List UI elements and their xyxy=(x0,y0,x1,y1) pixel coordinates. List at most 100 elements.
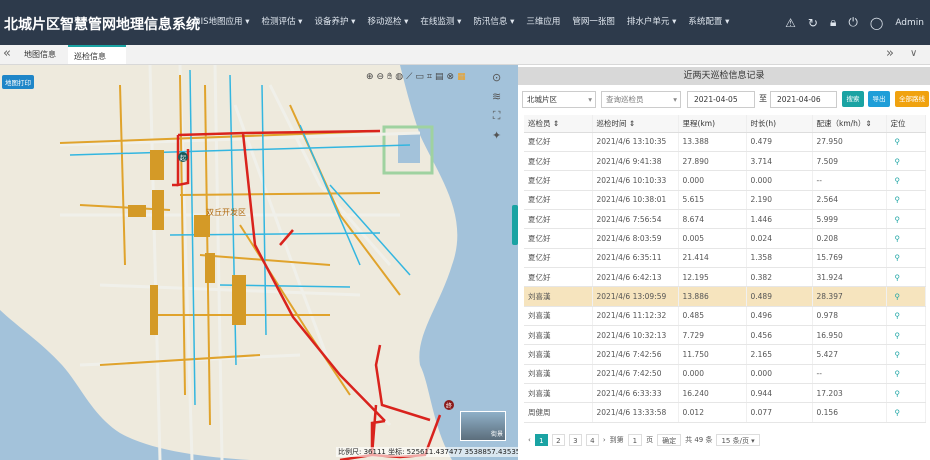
power-icon[interactable]: ⏻ xyxy=(848,15,858,30)
map-pin-icon[interactable]: ⚲ xyxy=(886,286,926,307)
fullscreen-icon[interactable]: ⛶ xyxy=(493,109,501,123)
table-row[interactable]: 夏亿好 2021/4/6 6:42:13 12.195 0.382 31.924 ⚲ xyxy=(524,267,926,288)
table-row[interactable]: 刘喜漢 2021/4/6 7:42:56 11.750 2.165 5.427 ⚲ xyxy=(524,344,926,365)
pan-icon[interactable]: ✋︎ xyxy=(387,72,392,82)
export-button[interactable]: 导出 xyxy=(868,91,890,107)
page-2[interactable]: 2 xyxy=(551,434,565,446)
map-pin-icon[interactable]: ⚲ xyxy=(886,364,926,384)
menu-flood-info[interactable]: 防汛信息 ▾ xyxy=(467,0,520,45)
search-button[interactable]: 搜索 xyxy=(842,91,864,107)
username[interactable]: Admin xyxy=(895,18,924,28)
top-toolbar: ⚠ ↻ 🔒︎ ⏻ ◯ Admin xyxy=(785,0,924,45)
cell-inspector: 刘喜漢 xyxy=(524,325,593,346)
table-row[interactable]: 夏亿好 2021/4/6 8:03:59 0.005 0.024 0.208 ⚲ xyxy=(524,228,926,249)
table-body: 夏亿好 2021/4/6 13:10:35 13.388 0.479 27.950 ⚲ 夏亿… xyxy=(524,132,926,423)
map-pin-icon[interactable]: ⚲ xyxy=(886,248,926,268)
map-view[interactable]: 起 终 双丘开发区 地图打印 ⊕ ⊖ ✋︎ ◍ ⟋ ▭ ⌗ ▤ ⊗ ▦ ⊙ ≋ … xyxy=(0,65,518,460)
cell-pace: 17.203 xyxy=(812,383,887,404)
map-pin-icon[interactable]: ⚲ xyxy=(886,151,926,172)
map-pin-icon[interactable]: ⚲ xyxy=(886,170,926,191)
tab-map-info[interactable]: 地图信息 xyxy=(18,45,62,64)
print-icon[interactable]: ▤ xyxy=(435,72,444,82)
map-pin-icon[interactable]: ⚲ xyxy=(886,209,926,230)
globe-icon[interactable]: ◍ xyxy=(395,72,403,82)
compass-icon[interactable]: ✦ xyxy=(492,129,501,142)
measure-area-icon[interactable]: ▭ xyxy=(415,72,424,82)
menu-network-map[interactable]: 管网一张图 xyxy=(566,0,621,45)
next-page-icon[interactable]: › xyxy=(603,436,606,444)
tab-patrol-info[interactable]: 巡检信息 × xyxy=(68,45,126,80)
menu-online-monitor[interactable]: 在线监测 ▾ xyxy=(414,0,467,45)
goto-confirm-button[interactable]: 确定 xyxy=(657,434,682,446)
cell-time: 2021/4/6 7:42:50 xyxy=(592,364,679,384)
warning-icon[interactable]: ⚠ xyxy=(785,16,796,30)
map-pin-icon[interactable]: ⚲ xyxy=(886,402,926,423)
map-pin-icon[interactable]: ⚲ xyxy=(886,344,926,365)
refresh-icon[interactable]: ↻ xyxy=(808,16,818,30)
menu-inspection-eval[interactable]: 检测评估 ▾ xyxy=(255,0,308,45)
map-canvas[interactable]: 起 终 双丘开发区 xyxy=(0,65,518,460)
col-pace[interactable]: 配速（km/h）⇕ xyxy=(812,115,887,133)
select-box-icon[interactable]: ⌗ xyxy=(427,72,432,82)
tab-scroll-left-icon[interactable]: « xyxy=(3,46,11,61)
clear-icon[interactable]: ⊗ xyxy=(447,72,455,82)
grid-icon[interactable]: ▦ xyxy=(457,72,466,82)
menu-system-config[interactable]: 系统配置 ▾ xyxy=(682,0,735,45)
measure-line-icon[interactable]: ⟋ xyxy=(406,72,412,82)
map-pin-icon[interactable]: ⚲ xyxy=(886,132,926,152)
cell-time: 2021/4/6 8:03:59 xyxy=(592,228,679,249)
menu-maintenance[interactable]: 设备养护 ▾ xyxy=(308,0,361,45)
table-row[interactable]: 刘喜漢 2021/4/6 6:33:33 16.240 0.944 17.203 ⚲ xyxy=(524,383,926,404)
cell-time: 2021/4/6 13:09:59 xyxy=(592,286,679,307)
page-size-select[interactable]: 15 条/页 ▾ xyxy=(716,434,760,446)
page-1[interactable]: 1 xyxy=(534,434,548,446)
table-row[interactable]: 刘喜漢 2021/4/6 11:12:32 0.485 0.496 0.978 ⚲ xyxy=(524,306,926,326)
user-icon[interactable]: ◯ xyxy=(870,16,883,30)
locate-icon[interactable]: ⊙ xyxy=(492,71,501,84)
table-header-row: 巡检员 ⇕ 巡检时间 ⇕ 里程(km) 时长(h) 配速（km/h）⇕ 定位 xyxy=(524,115,926,133)
col-time[interactable]: 巡检时间 ⇕ xyxy=(592,115,679,133)
map-pin-icon[interactable]: ⚲ xyxy=(886,325,926,346)
map-pin-icon[interactable]: ⚲ xyxy=(886,267,926,288)
page-4[interactable]: 4 xyxy=(585,434,599,446)
table-row[interactable]: 夏亿好 2021/4/6 6:35:11 21.414 1.358 15.769 ⚲ xyxy=(524,248,926,268)
all-routes-button[interactable]: 全部路线 xyxy=(895,91,929,107)
map-pin-icon[interactable]: ⚲ xyxy=(886,306,926,326)
table-row[interactable]: 刘喜漢 2021/4/6 13:09:59 13.886 0.489 28.397 ⚲ xyxy=(524,286,926,307)
menu-mobile-patrol[interactable]: 移动巡检 ▾ xyxy=(361,0,414,45)
date-to-input[interactable]: 2021-04-06 xyxy=(770,91,837,108)
cell-time: 2021/4/6 6:33:33 xyxy=(592,383,679,404)
date-from-input[interactable]: 2021-04-05 xyxy=(687,91,755,108)
map-print-button[interactable]: 地图打印 xyxy=(2,75,34,89)
table-row[interactable]: 周健周 2021/4/6 13:33:58 0.012 0.077 0.156 ⚲ xyxy=(524,402,926,423)
district-select[interactable]: 北城片区 xyxy=(522,91,596,108)
map-pin-icon[interactable]: ⚲ xyxy=(886,383,926,404)
page-input[interactable]: 1 xyxy=(627,434,643,446)
menu-gis[interactable]: GIS地图应用 ▾ xyxy=(188,0,255,45)
tab-dropdown-icon[interactable]: ∨ xyxy=(910,48,917,59)
map-pin-icon[interactable]: ⚲ xyxy=(886,190,926,210)
prev-page-icon[interactable]: ‹ xyxy=(528,436,531,444)
table-row[interactable]: 夏亿好 2021/4/6 10:38:01 5.615 2.190 2.564 ⚲ xyxy=(524,190,926,210)
table-row[interactable]: 夏亿好 2021/4/6 7:56:54 8.674 1.446 5.999 ⚲ xyxy=(524,209,926,230)
col-inspector[interactable]: 巡检员 ⇕ xyxy=(524,115,593,133)
menu-3d[interactable]: 三维应用 xyxy=(520,0,566,45)
page-3[interactable]: 3 xyxy=(568,434,582,446)
map-pin-icon[interactable]: ⚲ xyxy=(886,228,926,249)
table-row[interactable]: 夏亿好 2021/4/6 13:10:35 13.388 0.479 27.950 ⚲ xyxy=(524,132,926,152)
street-view-thumbnail[interactable]: 街景 xyxy=(460,411,506,441)
cell-duration: 0.000 xyxy=(746,364,813,384)
zoom-out-icon[interactable]: ⊖ xyxy=(377,72,385,82)
table-row[interactable]: 夏亿好 2021/4/6 9:41:38 27.890 3.714 7.509 ⚲ xyxy=(524,151,926,172)
zoom-in-icon[interactable]: ⊕ xyxy=(366,72,374,82)
panel-title: 近两天巡检信息记录 xyxy=(518,67,930,85)
table-row[interactable]: 刘喜漢 2021/4/6 7:42:50 0.000 0.000 -- ⚲ xyxy=(524,364,926,384)
table-row[interactable]: 刘喜漢 2021/4/6 10:32:13 7.729 0.456 16.950 ⚲ xyxy=(524,325,926,346)
total-count: 共 49 条 xyxy=(685,436,713,444)
tab-scroll-right-icon[interactable]: » xyxy=(886,46,894,61)
inspector-select[interactable]: 查询巡检员 xyxy=(601,91,681,108)
menu-drainage-unit[interactable]: 排水户单元 ▾ xyxy=(621,0,682,45)
table-row[interactable]: 夏亿好 2021/4/6 10:10:33 0.000 0.000 -- ⚲ xyxy=(524,170,926,191)
lock-icon[interactable]: 🔒︎ xyxy=(830,15,836,30)
layers-icon[interactable]: ≋ xyxy=(492,90,501,103)
